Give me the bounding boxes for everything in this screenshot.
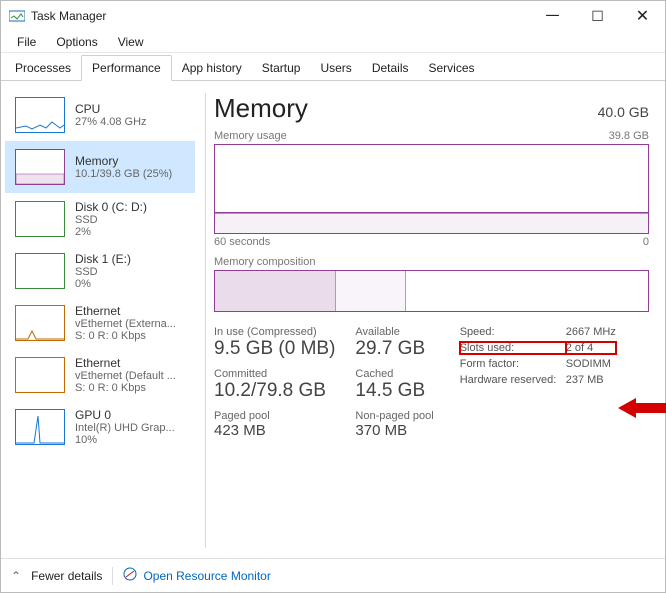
speed-value: 2667 MHz (566, 326, 616, 338)
disk1-thumb (15, 253, 65, 289)
eth1-sub2: S: 0 R: 0 Kbps (75, 382, 176, 394)
eth1-sub1: vEthernet (Default ... (75, 370, 176, 382)
capacity-label: 40.0 GB (598, 104, 649, 120)
chevron-up-icon: ⌃ (11, 569, 21, 583)
tab-startup[interactable]: Startup (252, 56, 311, 80)
time-right: 0 (643, 236, 649, 248)
sidebar-gpu0[interactable]: GPU 0 Intel(R) UHD Grap... 10% (5, 401, 195, 453)
pagedpool-label: Paged pool (214, 410, 335, 422)
formfactor-value: SODIMM (566, 358, 616, 370)
committed-value: 10.2/79.8 GB (214, 380, 335, 402)
memory-sub: 10.1/39.8 GB (25%) (75, 168, 172, 180)
time-left: 60 seconds (214, 236, 270, 248)
cpu-name: CPU (75, 102, 147, 116)
disk0-thumb (15, 201, 65, 237)
sidebar-cpu[interactable]: CPU 27% 4.08 GHz (5, 89, 195, 141)
pagedpool-value: 423 MB (214, 422, 335, 439)
gpu0-name: GPU 0 (75, 408, 175, 422)
maximize-button[interactable]: ☐ (575, 1, 620, 31)
footer: ⌃ Fewer details Open Resource Monitor (1, 558, 665, 592)
formfactor-label: Form factor: (460, 358, 566, 370)
inuse-label: In use (Compressed) (214, 326, 335, 338)
minimize-button[interactable]: 一 (530, 1, 575, 31)
available-label: Available (355, 326, 433, 338)
tab-details[interactable]: Details (362, 56, 419, 80)
menu-view[interactable]: View (108, 33, 154, 51)
gpu0-sub2: 10% (75, 434, 175, 446)
gpu0-thumb (15, 409, 65, 445)
content-area: CPU 27% 4.08 GHz Memory 10.1/39.8 GB (25… (1, 81, 665, 558)
gpu0-sub1: Intel(R) UHD Grap... (75, 422, 175, 434)
eth1-thumb (15, 357, 65, 393)
open-resource-monitor-label: Open Resource Monitor (143, 569, 270, 583)
menu-file[interactable]: File (7, 33, 46, 51)
inuse-value: 9.5 GB (0 MB) (214, 338, 335, 360)
hwreserved-label: Hardware reserved: (460, 374, 566, 386)
memory-thumb (15, 149, 65, 185)
usage-label: Memory usage (214, 130, 287, 142)
cpu-sub: 27% 4.08 GHz (75, 116, 147, 128)
disk1-sub1: SSD (75, 266, 131, 278)
open-resource-monitor-link[interactable]: Open Resource Monitor (123, 567, 270, 584)
usage-max: 39.8 GB (609, 130, 649, 142)
eth0-thumb (15, 305, 65, 341)
stats-grid: In use (Compressed) 9.5 GB (0 MB) Commit… (214, 326, 649, 447)
sidebar-memory[interactable]: Memory 10.1/39.8 GB (25%) (5, 141, 195, 193)
eth0-sub2: S: 0 R: 0 Kbps (75, 330, 176, 342)
menu-bar: File Options View (1, 31, 665, 53)
memory-details: Speed: 2667 MHz Slots used: 2 of 4 Form … (460, 326, 616, 386)
memory-name: Memory (75, 154, 172, 168)
committed-label: Committed (214, 368, 335, 380)
eth0-name: Ethernet (75, 304, 176, 318)
menu-options[interactable]: Options (46, 33, 107, 51)
disk0-name: Disk 0 (C: D:) (75, 200, 147, 214)
disk1-name: Disk 1 (E:) (75, 252, 131, 266)
memory-composition-chart (214, 270, 649, 312)
title-bar: Task Manager 一 ☐ ✕ (1, 1, 665, 31)
perf-main: Memory 40.0 GB Memory usage 39.8 GB 60 s… (214, 89, 657, 558)
cached-label: Cached (355, 368, 433, 380)
sidebar-eth0[interactable]: Ethernet vEthernet (Externa... S: 0 R: 0… (5, 297, 195, 349)
slots-label: Slots used: (460, 342, 566, 354)
cpu-thumb (15, 97, 65, 133)
tab-services[interactable]: Services (419, 56, 485, 80)
vertical-divider (205, 93, 206, 548)
nonpaged-label: Non-paged pool (355, 410, 433, 422)
hwreserved-value: 237 MB (566, 374, 616, 386)
cached-value: 14.5 GB (355, 380, 433, 402)
comp-label: Memory composition (214, 256, 315, 268)
fewer-details-button[interactable]: Fewer details (31, 569, 102, 583)
close-button[interactable]: ✕ (620, 1, 665, 31)
tab-app-history[interactable]: App history (172, 56, 252, 80)
tab-bar: Processes Performance App history Startu… (1, 53, 665, 81)
app-icon (9, 8, 25, 24)
tab-performance[interactable]: Performance (81, 55, 172, 81)
window-title: Task Manager (31, 9, 530, 23)
speed-label: Speed: (460, 326, 566, 338)
sidebar-disk1[interactable]: Disk 1 (E:) SSD 0% (5, 245, 195, 297)
resource-monitor-icon (123, 567, 137, 584)
memory-usage-chart (214, 144, 649, 234)
sidebar-eth1[interactable]: Ethernet vEthernet (Default ... S: 0 R: … (5, 349, 195, 401)
annotation-arrow-icon (618, 396, 666, 420)
perf-sidebar: CPU 27% 4.08 GHz Memory 10.1/39.8 GB (25… (5, 89, 201, 558)
tab-processes[interactable]: Processes (5, 56, 81, 80)
tab-users[interactable]: Users (310, 56, 361, 80)
sidebar-disk0[interactable]: Disk 0 (C: D:) SSD 2% (5, 193, 195, 245)
disk1-sub2: 0% (75, 278, 131, 290)
page-title: Memory (214, 93, 308, 124)
slots-value: 2 of 4 (566, 342, 616, 354)
disk0-sub2: 2% (75, 226, 147, 238)
available-value: 29.7 GB (355, 338, 433, 360)
nonpaged-value: 370 MB (355, 422, 433, 439)
eth1-name: Ethernet (75, 356, 176, 370)
task-manager-window: Task Manager 一 ☐ ✕ File Options View Pro… (0, 0, 666, 593)
disk0-sub1: SSD (75, 214, 147, 226)
eth0-sub1: vEthernet (Externa... (75, 318, 176, 330)
